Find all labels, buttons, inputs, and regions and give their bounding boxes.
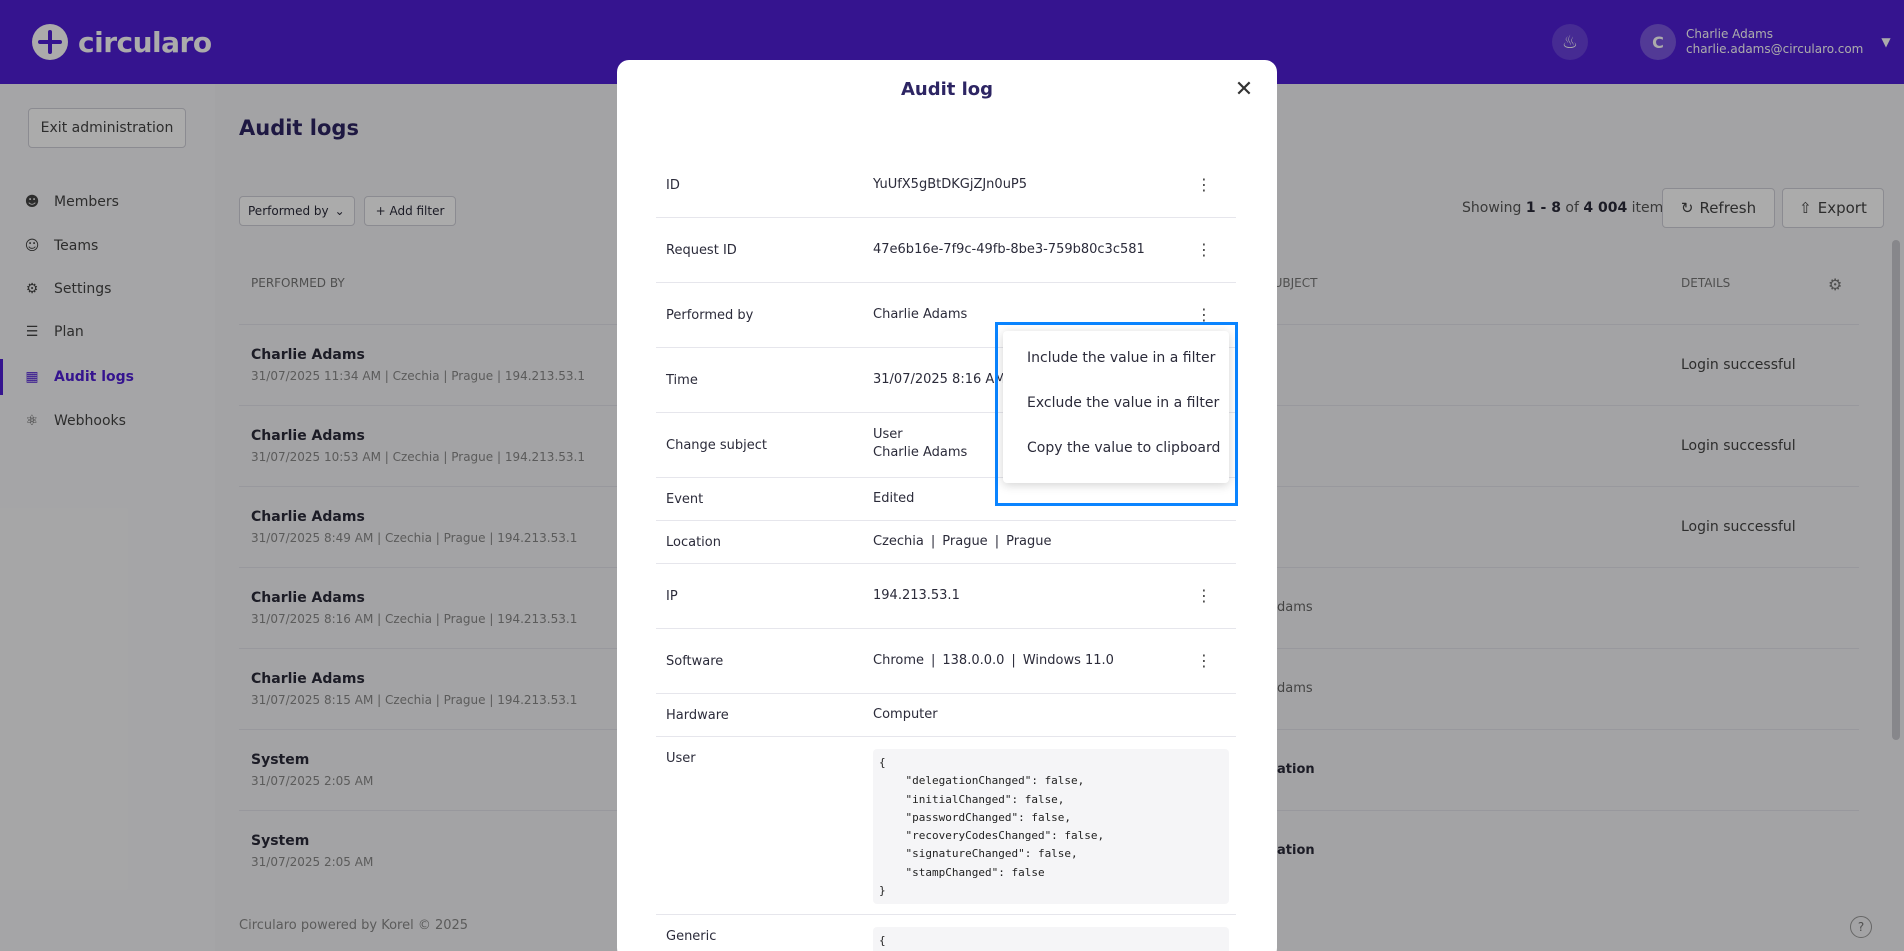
field-label: Event: [666, 492, 704, 507]
field-value: Charlie Adams: [873, 307, 968, 322]
field-label: Change subject: [666, 438, 768, 453]
menu-item-exclude-filter[interactable]: Exclude the value in a filter: [1003, 386, 1229, 420]
user-json-block: { "delegationChanged": false, "initialCh…: [873, 749, 1229, 904]
generic-json-block: {: [873, 927, 1229, 951]
field-value: Czechia | Prague | Prague: [873, 534, 1052, 549]
field-row-id: ID YuUfX5gBtDKGjZJn0uP5 ⋮: [656, 153, 1236, 218]
field-row-generic: Generic {: [656, 915, 1236, 951]
more-options-icon[interactable]: ⋮: [1196, 177, 1212, 193]
field-row-user: User { "delegationChanged": false, "init…: [656, 737, 1236, 915]
field-label: Generic: [666, 929, 717, 944]
field-label: IP: [666, 589, 678, 604]
software-version: 138.0.0.0: [942, 653, 1005, 668]
field-row-hardware: Hardware Computer: [656, 694, 1236, 737]
field-value: Computer: [873, 707, 938, 722]
field-label: Time: [666, 373, 698, 388]
field-value: Edited: [873, 491, 915, 506]
more-options-icon[interactable]: ⋮: [1196, 653, 1212, 669]
field-row-ip: IP 194.213.53.1 ⋮: [656, 564, 1236, 629]
field-label: Performed by: [666, 308, 754, 323]
field-value: Chrome | 138.0.0.0 | Windows 11.0: [873, 653, 1114, 668]
dialog-title: Audit log: [900, 79, 994, 100]
close-icon[interactable]: ✕: [1234, 79, 1254, 101]
field-value: 194.213.53.1: [873, 588, 960, 603]
software-browser: Chrome: [873, 653, 924, 668]
field-row-request-id: Request ID 47e6b16e-7f9c-49fb-8be3-759b8…: [656, 218, 1236, 283]
context-menu: Include the value in a filter Exclude th…: [1003, 331, 1229, 483]
location-country: Czechia: [873, 534, 924, 549]
field-label: Request ID: [666, 243, 737, 258]
more-options-icon[interactable]: ⋮: [1196, 588, 1212, 604]
field-label: Location: [666, 535, 721, 550]
field-label: Software: [666, 654, 724, 669]
menu-item-copy-clipboard[interactable]: Copy the value to clipboard: [1003, 431, 1229, 465]
field-row-location: Location Czechia | Prague | Prague: [656, 521, 1236, 564]
field-value: User Charlie Adams: [873, 426, 967, 462]
subject-type: User: [873, 427, 903, 442]
field-row-software: Software Chrome | 138.0.0.0 | Windows 11.0 ⋮: [656, 629, 1236, 694]
more-options-icon[interactable]: ⋮: [1196, 307, 1212, 323]
location-region: Prague: [942, 534, 988, 549]
field-label: Hardware: [666, 708, 729, 723]
location-city: Prague: [1006, 534, 1052, 549]
more-options-icon[interactable]: ⋮: [1196, 242, 1212, 258]
field-value: 47e6b16e-7f9c-49fb-8be3-759b80c3c581: [873, 242, 1145, 257]
field-value: 31/07/2025 8:16 AM: [873, 372, 1006, 387]
field-value: YuUfX5gBtDKGjZJn0uP5: [873, 177, 1028, 192]
field-label: User: [666, 751, 696, 766]
software-os: Windows 11.0: [1022, 653, 1114, 668]
field-label: ID: [666, 178, 680, 193]
menu-item-include-filter[interactable]: Include the value in a filter: [1003, 341, 1229, 375]
subject-name: Charlie Adams: [873, 445, 968, 460]
